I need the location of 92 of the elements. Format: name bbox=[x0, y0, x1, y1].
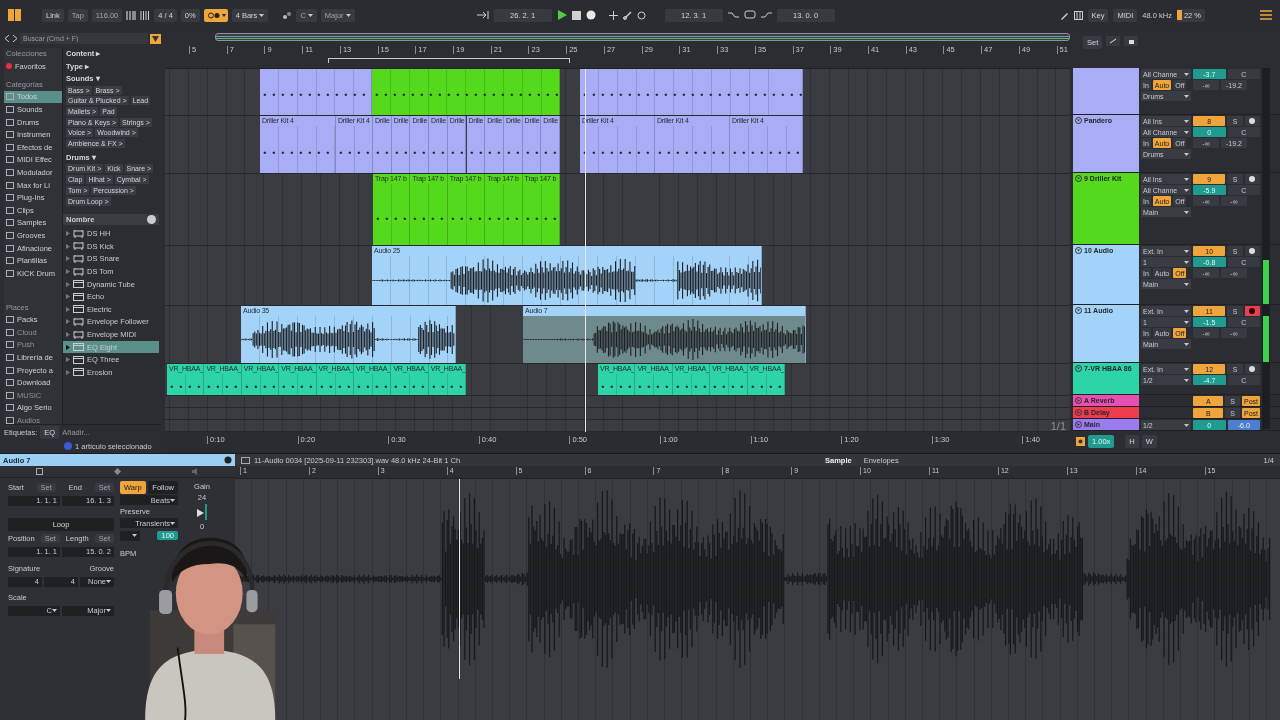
arm-button[interactable] bbox=[1244, 246, 1260, 256]
device-icon bbox=[73, 368, 84, 377]
record-icon bbox=[1249, 248, 1256, 254]
caret-icon bbox=[1184, 210, 1189, 214]
device-icon bbox=[73, 305, 84, 314]
rack-icon bbox=[73, 317, 84, 326]
loop-mode-menu[interactable] bbox=[120, 530, 140, 541]
square-icon[interactable] bbox=[35, 468, 43, 475]
record-icon[interactable] bbox=[585, 10, 596, 20]
bars-icon[interactable] bbox=[140, 10, 151, 20]
caret-icon bbox=[1184, 320, 1189, 324]
caret-icon bbox=[52, 609, 57, 612]
play-icon[interactable] bbox=[1075, 421, 1082, 428]
arm-button[interactable] bbox=[1244, 116, 1260, 126]
caret-icon bbox=[1184, 94, 1189, 98]
back-icon[interactable] bbox=[4, 35, 10, 42]
track-header[interactable] bbox=[1073, 68, 1139, 114]
record-icon bbox=[1249, 308, 1256, 314]
play-icon[interactable] bbox=[556, 10, 567, 20]
link-icon[interactable] bbox=[622, 10, 632, 20]
fold-icon[interactable] bbox=[1075, 247, 1082, 254]
fold-icon[interactable] bbox=[1075, 307, 1082, 314]
keyboard-icon[interactable] bbox=[1073, 10, 1083, 20]
caret-icon bbox=[1184, 378, 1189, 382]
more-icon[interactable] bbox=[147, 214, 156, 224]
diamond-icon[interactable] bbox=[114, 468, 121, 475]
device-icon bbox=[73, 292, 84, 301]
fold-icon[interactable] bbox=[1075, 175, 1082, 182]
info-icon bbox=[64, 442, 72, 450]
caret-icon bbox=[106, 609, 111, 612]
device-icon bbox=[73, 280, 84, 289]
expand-icon[interactable] bbox=[1106, 36, 1121, 46]
caret-icon bbox=[307, 13, 313, 17]
caret-icon bbox=[170, 498, 175, 502]
forward-icon[interactable] bbox=[12, 35, 18, 42]
record-icon bbox=[1249, 176, 1256, 182]
circle-icon[interactable] bbox=[636, 10, 646, 20]
gain-slider[interactable] bbox=[197, 504, 207, 520]
dot-icon bbox=[6, 63, 12, 70]
filter-icon[interactable] bbox=[150, 33, 161, 44]
plus-icon[interactable] bbox=[608, 10, 618, 20]
caret-icon bbox=[1184, 342, 1189, 346]
fold-icon[interactable] bbox=[1075, 365, 1082, 372]
caret-icon bbox=[1184, 282, 1189, 286]
punch-out-icon[interactable] bbox=[760, 11, 772, 19]
overview-strip[interactable] bbox=[215, 33, 1070, 41]
caret-icon bbox=[1184, 152, 1189, 156]
caret-icon bbox=[259, 13, 265, 17]
punch-in-icon[interactable] bbox=[727, 11, 739, 19]
clip[interactable] bbox=[372, 69, 560, 115]
file-icon bbox=[241, 456, 250, 464]
caret-icon bbox=[1184, 309, 1189, 313]
slider-thumb[interactable] bbox=[197, 508, 204, 517]
caret-icon bbox=[1184, 249, 1189, 253]
device-icon bbox=[73, 355, 84, 364]
arm-button[interactable] bbox=[1244, 174, 1260, 184]
follow-arrow-icon[interactable] bbox=[476, 11, 489, 19]
caret-icon bbox=[1184, 367, 1189, 371]
caret-icon bbox=[1184, 260, 1189, 264]
rack-icon bbox=[73, 330, 84, 339]
caret-icon bbox=[1184, 72, 1189, 76]
menu-icon[interactable] bbox=[1260, 10, 1272, 20]
record-icon bbox=[1249, 366, 1256, 372]
caret-icon bbox=[170, 521, 175, 525]
clip[interactable] bbox=[260, 69, 372, 115]
view-toggle-icon[interactable] bbox=[8, 9, 22, 21]
caret-icon bbox=[1184, 130, 1189, 134]
rack-icon bbox=[73, 255, 84, 263]
record-icon bbox=[1249, 118, 1256, 124]
caret-icon bbox=[1184, 188, 1189, 192]
arm-button[interactable] bbox=[1244, 364, 1260, 374]
metronome-icon[interactable] bbox=[203, 8, 228, 22]
caret-icon bbox=[345, 13, 351, 17]
pencil-icon[interactable] bbox=[1059, 10, 1069, 20]
lock-icon[interactable] bbox=[1124, 36, 1139, 46]
stop-icon[interactable] bbox=[571, 10, 581, 20]
loop-brace[interactable] bbox=[328, 58, 570, 63]
rack-icon bbox=[73, 242, 84, 251]
rack-icon bbox=[73, 229, 84, 238]
caret-icon bbox=[1184, 119, 1189, 123]
caret-icon bbox=[1184, 177, 1189, 181]
rack-icon bbox=[73, 267, 84, 276]
fold-icon[interactable] bbox=[1075, 117, 1082, 124]
loop-icon[interactable] bbox=[743, 10, 756, 20]
arm-button[interactable] bbox=[1244, 306, 1260, 316]
clip[interactable] bbox=[580, 69, 803, 115]
device-icon bbox=[73, 343, 84, 352]
zoom-label: 1/1 bbox=[1050, 420, 1066, 432]
caret-icon bbox=[132, 534, 137, 537]
caret-icon bbox=[106, 580, 111, 583]
bars-icon[interactable] bbox=[126, 10, 137, 20]
caret-icon bbox=[1184, 423, 1189, 427]
